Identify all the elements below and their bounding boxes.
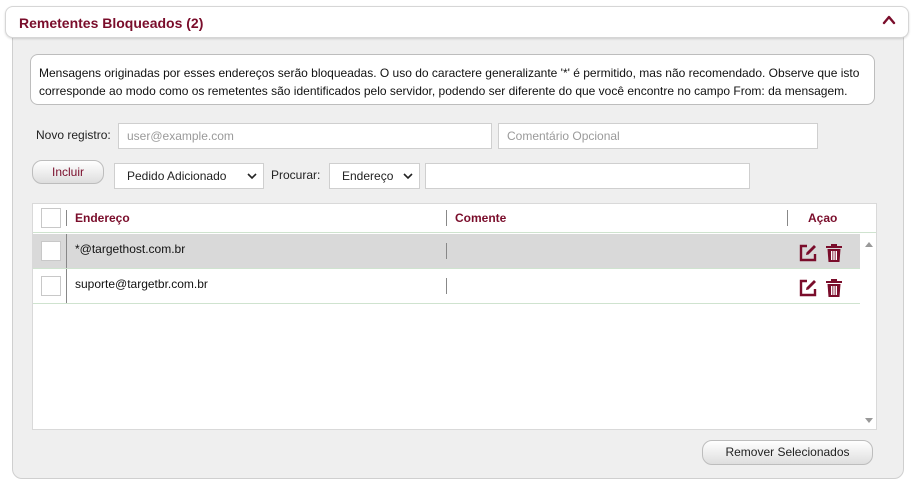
search-label: Procurar:	[271, 168, 321, 182]
order-select-value: Pedido Adicionado	[127, 169, 227, 183]
search-field-select[interactable]: Endereço	[329, 163, 420, 189]
comment-input[interactable]	[498, 123, 818, 149]
search-input[interactable]	[425, 163, 750, 189]
select-all-checkbox[interactable]	[41, 208, 61, 228]
panel-header[interactable]: Remetentes Bloqueados (2)	[5, 6, 909, 38]
info-text: Mensagens originadas por esses endereços…	[39, 66, 860, 98]
include-button[interactable]: Incluir	[32, 160, 104, 184]
column-header-comment[interactable]: Comente	[455, 211, 506, 225]
order-select[interactable]: Pedido Adicionado	[114, 163, 264, 189]
table-row[interactable]: *@targethost.com.br	[33, 234, 860, 269]
column-divider	[446, 210, 447, 226]
row-checkbox[interactable]	[41, 276, 61, 296]
edit-icon[interactable]	[798, 243, 818, 263]
new-record-label: Novo registro:	[36, 128, 111, 142]
table-row[interactable]: suporte@targetbr.com.br	[33, 269, 860, 304]
column-divider	[446, 278, 447, 294]
column-divider	[446, 243, 447, 259]
column-header-address[interactable]: Endereço	[75, 211, 130, 225]
column-divider	[787, 210, 788, 226]
row-checkbox[interactable]	[41, 241, 61, 261]
table-header: Endereço Comente Açao	[33, 204, 876, 233]
panel-title: Remetentes Bloqueados (2)	[19, 15, 204, 31]
trash-icon[interactable]	[824, 243, 844, 263]
chevron-down-icon	[247, 173, 257, 180]
blocked-senders-table: Endereço Comente Açao *@targethost.com.b…	[32, 203, 877, 430]
column-divider	[66, 269, 67, 303]
column-divider	[66, 234, 67, 268]
remove-selected-button[interactable]: Remover Selecionados	[702, 440, 873, 465]
chevron-down-icon	[403, 173, 413, 180]
trash-icon[interactable]	[824, 278, 844, 298]
column-divider	[66, 210, 67, 226]
row-address: *@targethost.com.br	[75, 242, 186, 256]
column-header-action: Açao	[808, 211, 838, 225]
scroll-down-icon[interactable]	[864, 417, 874, 425]
blocked-senders-panel: Remetentes Bloqueados (2) Mensagens orig…	[5, 6, 909, 479]
edit-icon[interactable]	[798, 278, 818, 298]
search-field-value: Endereço	[342, 169, 394, 183]
chevron-up-icon[interactable]	[882, 13, 896, 27]
scroll-up-icon[interactable]	[864, 240, 874, 248]
email-input[interactable]	[118, 123, 492, 149]
row-address: suporte@targetbr.com.br	[75, 277, 208, 291]
info-box: Mensagens originadas por esses endereços…	[30, 54, 875, 105]
